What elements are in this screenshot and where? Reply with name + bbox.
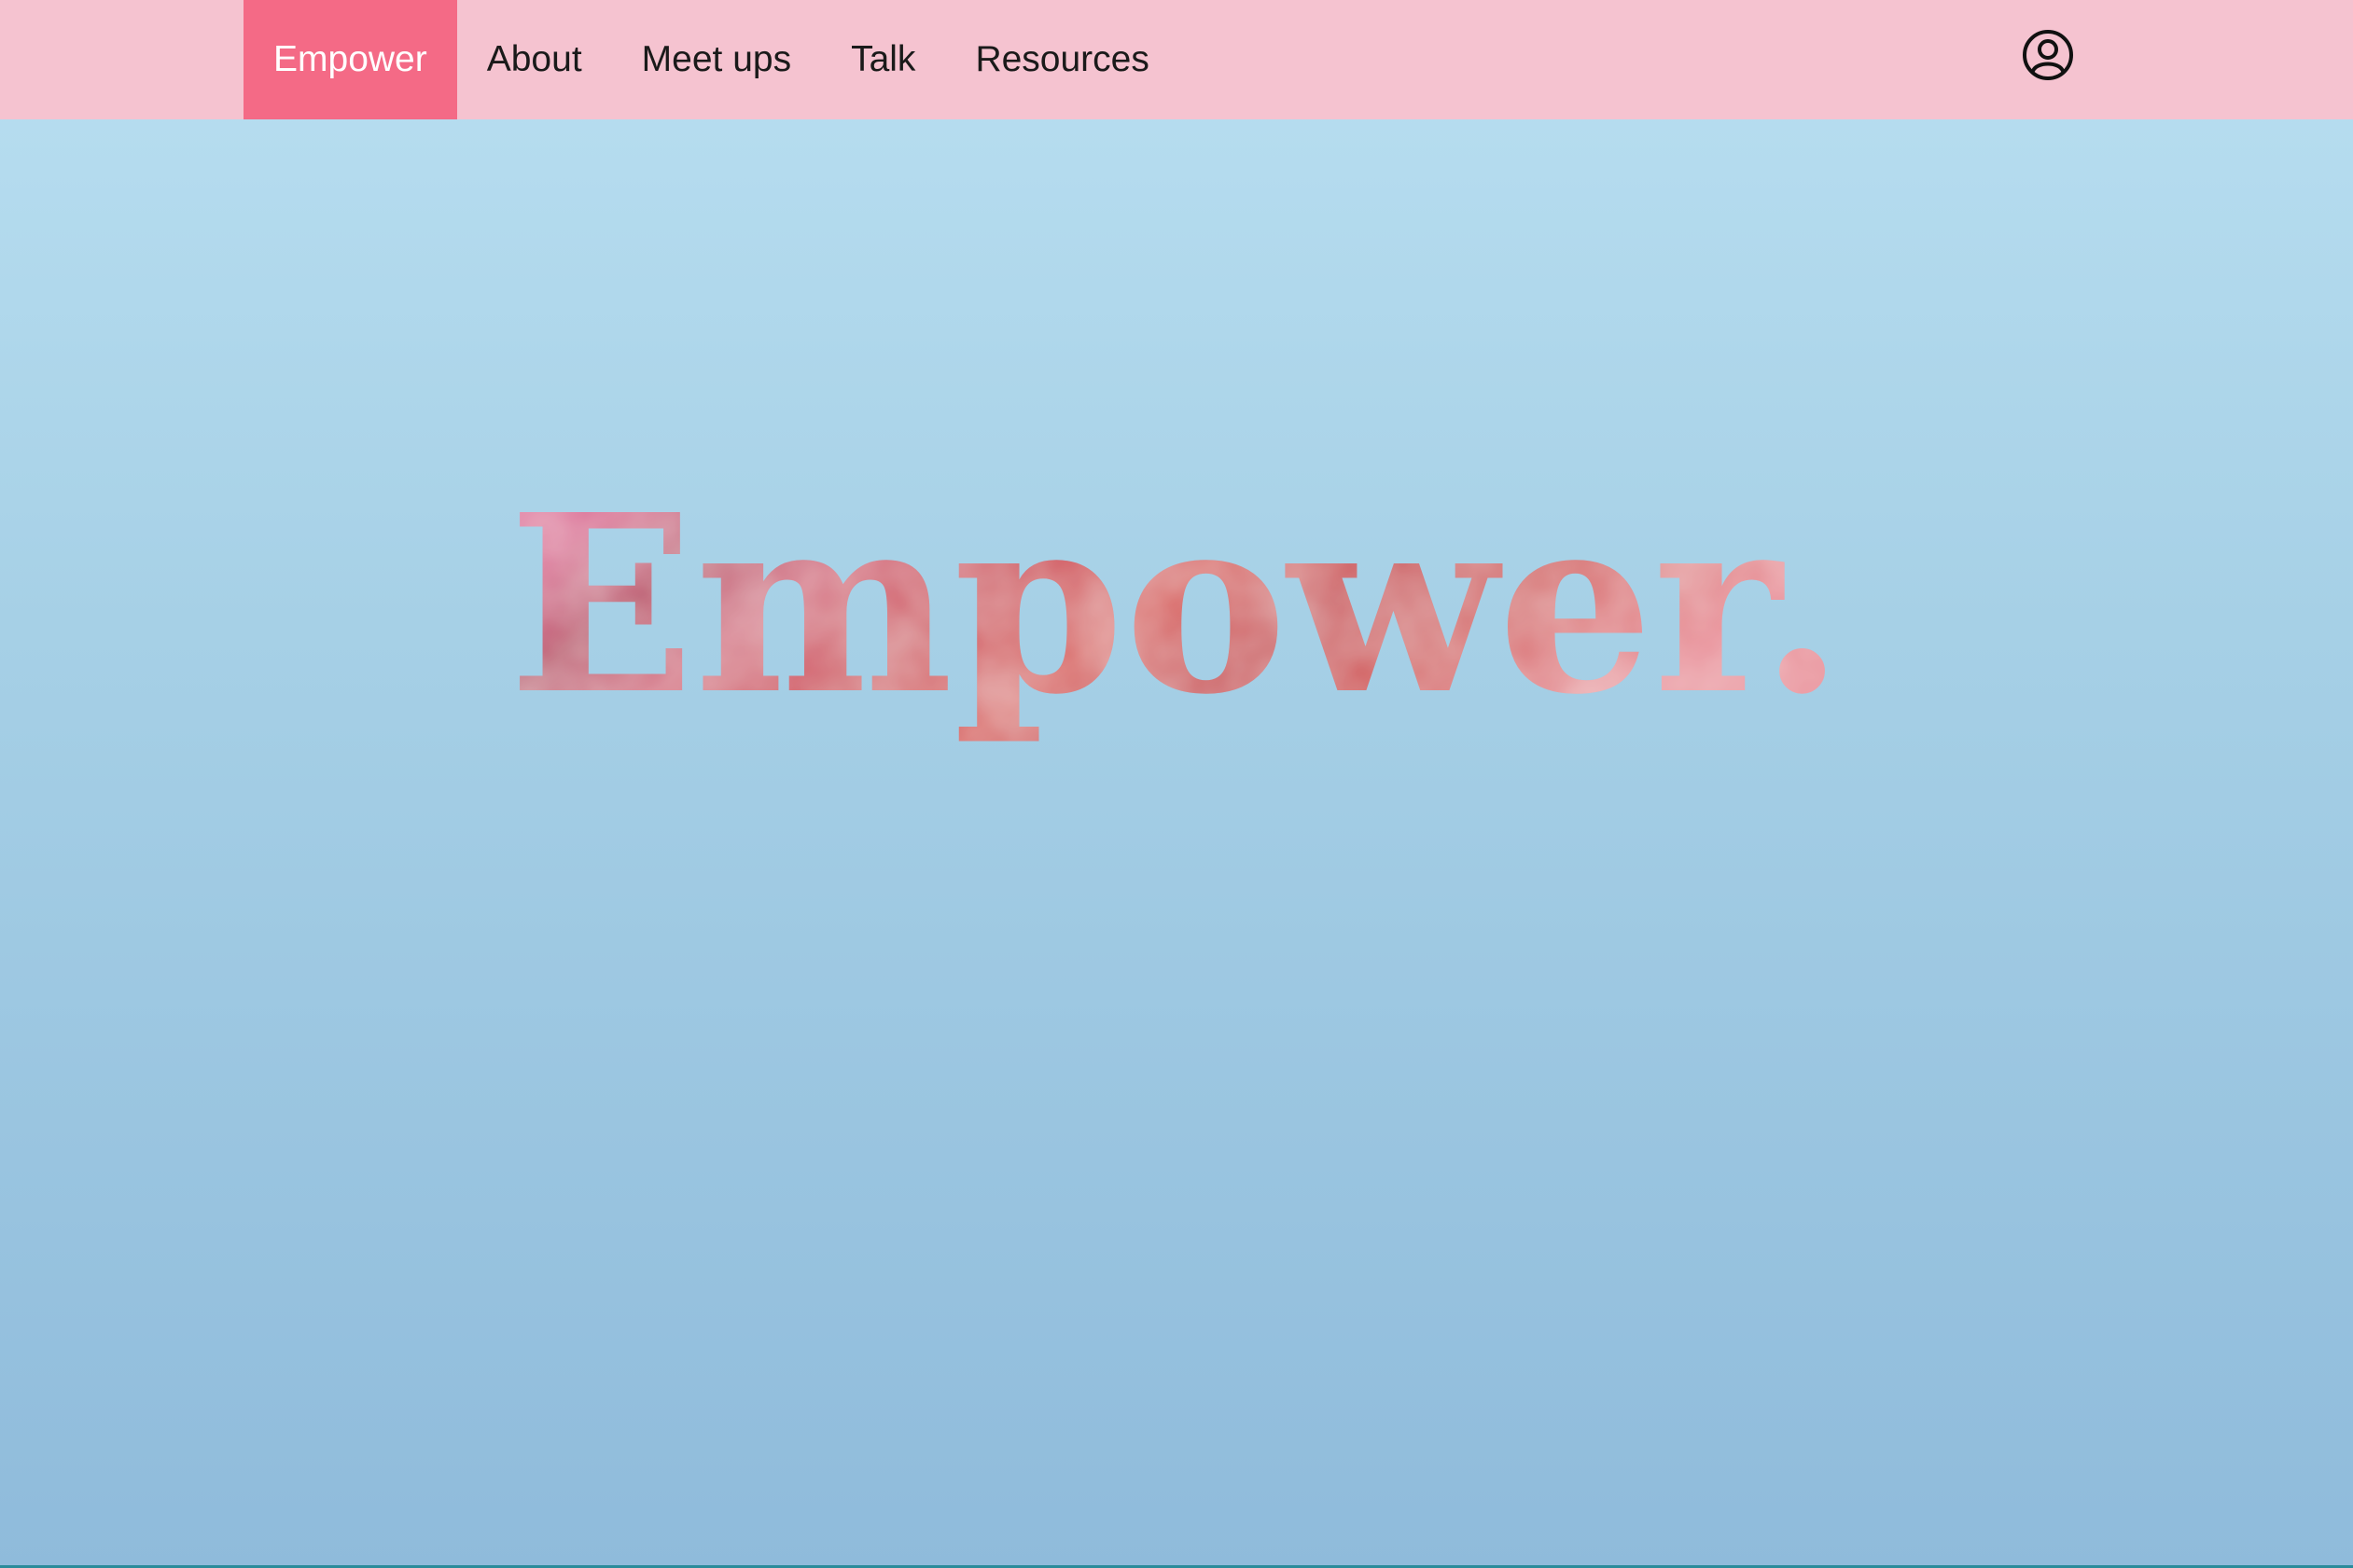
nav-item-about[interactable]: About [457, 0, 612, 119]
hero-title: Empower. [508, 461, 1845, 748]
nav-item-empower[interactable]: Empower [244, 0, 457, 119]
nav-item-talk[interactable]: Talk [821, 0, 945, 119]
nav-menu: Empower About Meet ups Talk Resources [244, 0, 1179, 119]
user-circle-icon[interactable] [2022, 29, 2074, 81]
hero-title-graphic: Empower. [508, 461, 1845, 748]
hero-section: Empower. [0, 119, 2353, 1568]
nav-item-meet-ups[interactable]: Meet ups [612, 0, 821, 119]
nav-item-resources[interactable]: Resources [945, 0, 1178, 119]
top-navbar: Empower About Meet ups Talk Resources [0, 0, 2353, 119]
